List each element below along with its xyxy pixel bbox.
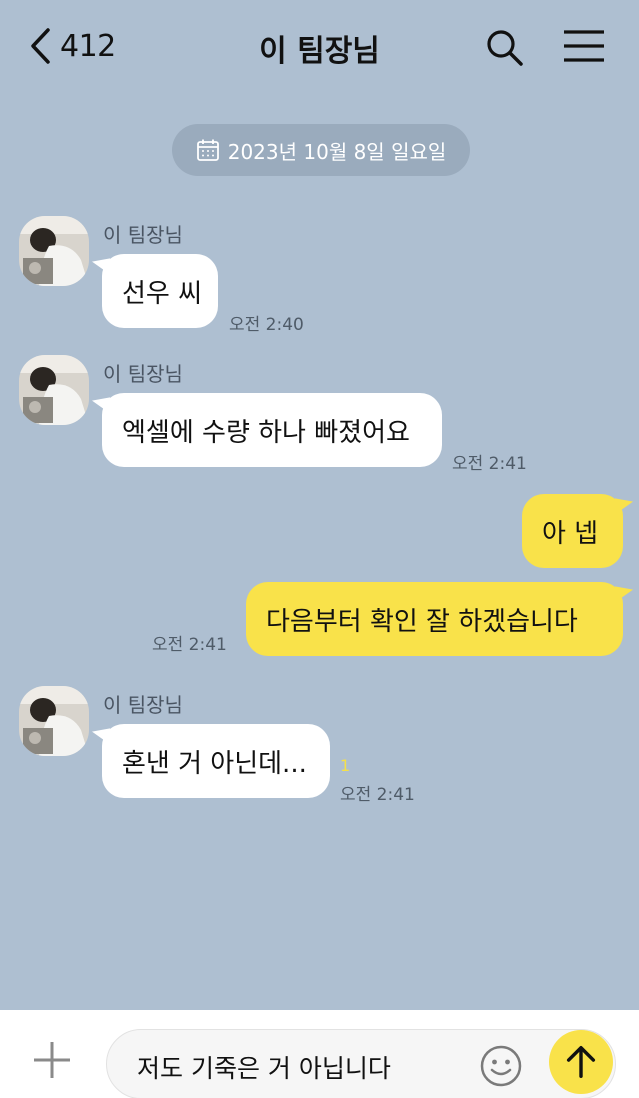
- calendar-icon: [196, 139, 219, 161]
- sender-name: 이 팀장님: [103, 223, 183, 247]
- chat-header: 412 이 팀장님: [0, 0, 639, 95]
- back-button[interactable]: 412: [28, 24, 116, 68]
- search-button[interactable]: [484, 27, 524, 67]
- message-text: 다음부터 확인 잘 하겠습니다: [266, 606, 578, 637]
- message-time: 오전 2:41: [340, 785, 415, 805]
- message-time: 오전 2:41: [452, 454, 527, 474]
- outgoing-message-bubble[interactable]: 다음부터 확인 잘 하겠습니다: [246, 582, 623, 656]
- unread-count: 1: [340, 756, 351, 775]
- sender-name: 이 팀장님: [103, 693, 183, 717]
- incoming-message-bubble[interactable]: 선우 씨: [102, 254, 218, 328]
- unread-chat-count: 412: [60, 28, 116, 64]
- message-input-value: 저도 기죽은 거 아닙니다: [137, 1054, 391, 1083]
- message-time: 오전 2:41: [152, 635, 227, 655]
- outgoing-message-bubble[interactable]: 아 넵: [522, 494, 623, 568]
- avatar[interactable]: [19, 355, 89, 425]
- message-composer-bar: 저도 기죽은 거 아닙니다: [0, 1010, 639, 1098]
- message-input[interactable]: 저도 기죽은 거 아닙니다: [106, 1029, 616, 1098]
- send-button[interactable]: [549, 1030, 613, 1094]
- message-time: 오전 2:40: [229, 315, 304, 335]
- send-arrow-icon: [566, 1046, 596, 1078]
- emoji-icon: [480, 1045, 522, 1087]
- profile-photo: [19, 355, 89, 425]
- date-text: 2023년 10월 8일 일요일: [227, 139, 447, 164]
- incoming-message-bubble[interactable]: 엑셀에 수량 하나 빠졌어요: [102, 393, 442, 467]
- search-icon: [487, 30, 523, 66]
- menu-icon: [564, 30, 604, 62]
- avatar[interactable]: [19, 216, 89, 286]
- plus-icon: [34, 1042, 70, 1078]
- avatar[interactable]: [19, 686, 89, 756]
- emoji-button[interactable]: [479, 1044, 523, 1088]
- profile-photo: [19, 216, 89, 286]
- incoming-message-bubble[interactable]: 혼낸 거 아닌데...: [102, 724, 330, 798]
- message-text: 선우 씨: [122, 278, 203, 309]
- sender-name: 이 팀장님: [103, 362, 183, 386]
- back-chevron-icon: [31, 28, 50, 64]
- date-divider: 2023년 10월 8일 일요일: [172, 124, 470, 176]
- message-text: 혼낸 거 아닌데...: [122, 748, 307, 779]
- attach-button[interactable]: [30, 1038, 74, 1082]
- message-text: 아 넵: [542, 518, 599, 549]
- menu-button[interactable]: [562, 28, 606, 64]
- message-text: 엑셀에 수량 하나 빠졌어요: [122, 417, 410, 448]
- profile-photo: [19, 686, 89, 756]
